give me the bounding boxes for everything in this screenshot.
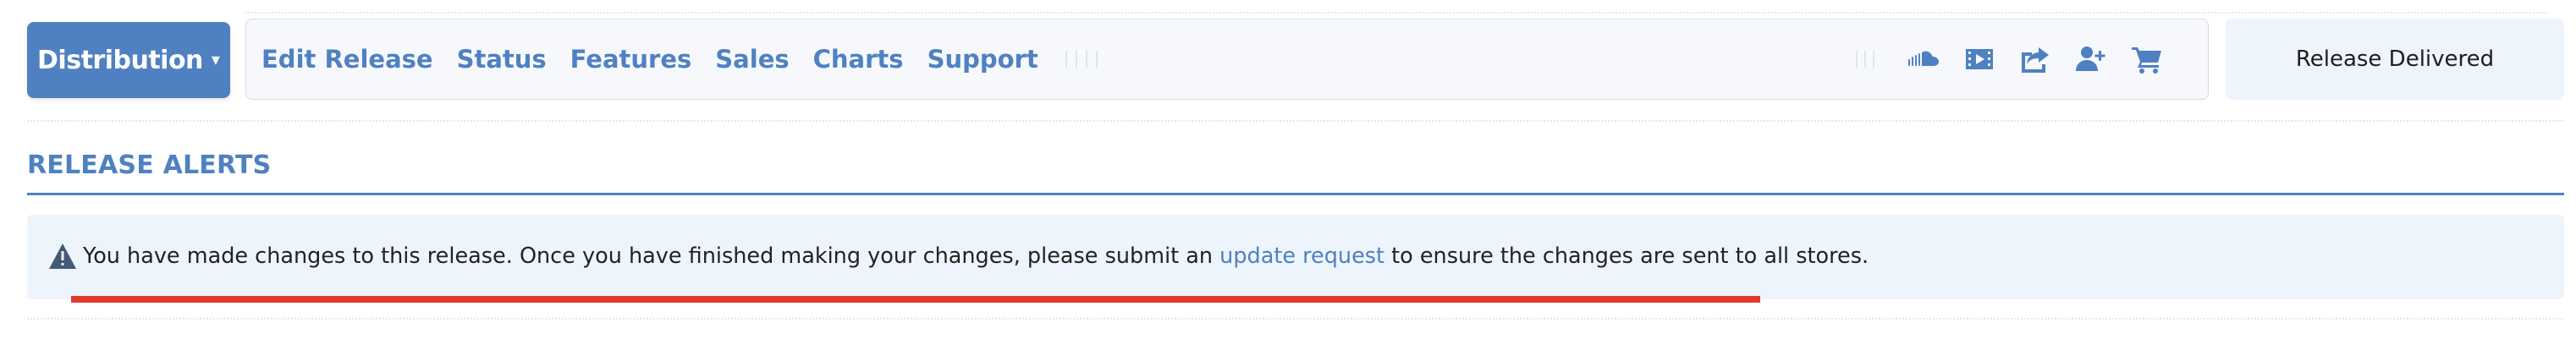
release-alerts-rule: [27, 193, 2564, 195]
nav-separator-dots: [1065, 51, 1106, 68]
soundcloud-icon[interactable]: [1905, 41, 1942, 78]
alert-message-start: You have made changes to this release. O…: [83, 243, 1220, 269]
share-icon[interactable]: [2017, 41, 2054, 78]
video-icon[interactable]: [1961, 41, 1998, 78]
nav-links: Edit Release Status Features Sales Chart…: [261, 19, 1106, 99]
nav-sales[interactable]: Sales: [715, 45, 789, 74]
release-status-box: Release Delivered: [2226, 19, 2564, 100]
release-alerts-heading: RELEASE ALERTS: [27, 150, 272, 180]
top-bar: Distribution ▾ Edit Release Status Featu…: [0, 0, 2576, 118]
caret-down-icon: ▾: [211, 51, 220, 69]
cart-icon[interactable]: [2128, 41, 2166, 78]
warning-icon: [47, 242, 78, 271]
bottom-divider: [27, 318, 2564, 320]
top-divider: [245, 12, 2547, 14]
release-nav-panel: Edit Release Status Features Sales Chart…: [245, 19, 2209, 100]
nav-edit-release[interactable]: Edit Release: [261, 45, 433, 74]
nav-charts[interactable]: Charts: [813, 45, 904, 74]
distribution-label: Distribution: [37, 45, 203, 75]
add-user-icon[interactable]: [2072, 41, 2110, 78]
release-status-text: Release Delivered: [2295, 46, 2495, 72]
release-alert-box: You have made changes to this release. O…: [27, 215, 2564, 299]
distribution-dropdown-button[interactable]: Distribution ▾: [27, 22, 230, 98]
nav-support[interactable]: Support: [927, 45, 1038, 74]
nav-icon-group: [1856, 19, 2166, 99]
update-request-link[interactable]: update request: [1219, 243, 1384, 269]
highlight-underline: [71, 296, 1760, 303]
alert-message: You have made changes to this release. O…: [83, 243, 1869, 269]
alert-message-end: to ensure the changes are sent to all st…: [1384, 243, 1869, 269]
nav-status[interactable]: Status: [457, 45, 547, 74]
nav-features[interactable]: Features: [570, 45, 692, 74]
section-divider: [27, 120, 2564, 122]
icon-separator-dots: [1856, 51, 1881, 68]
